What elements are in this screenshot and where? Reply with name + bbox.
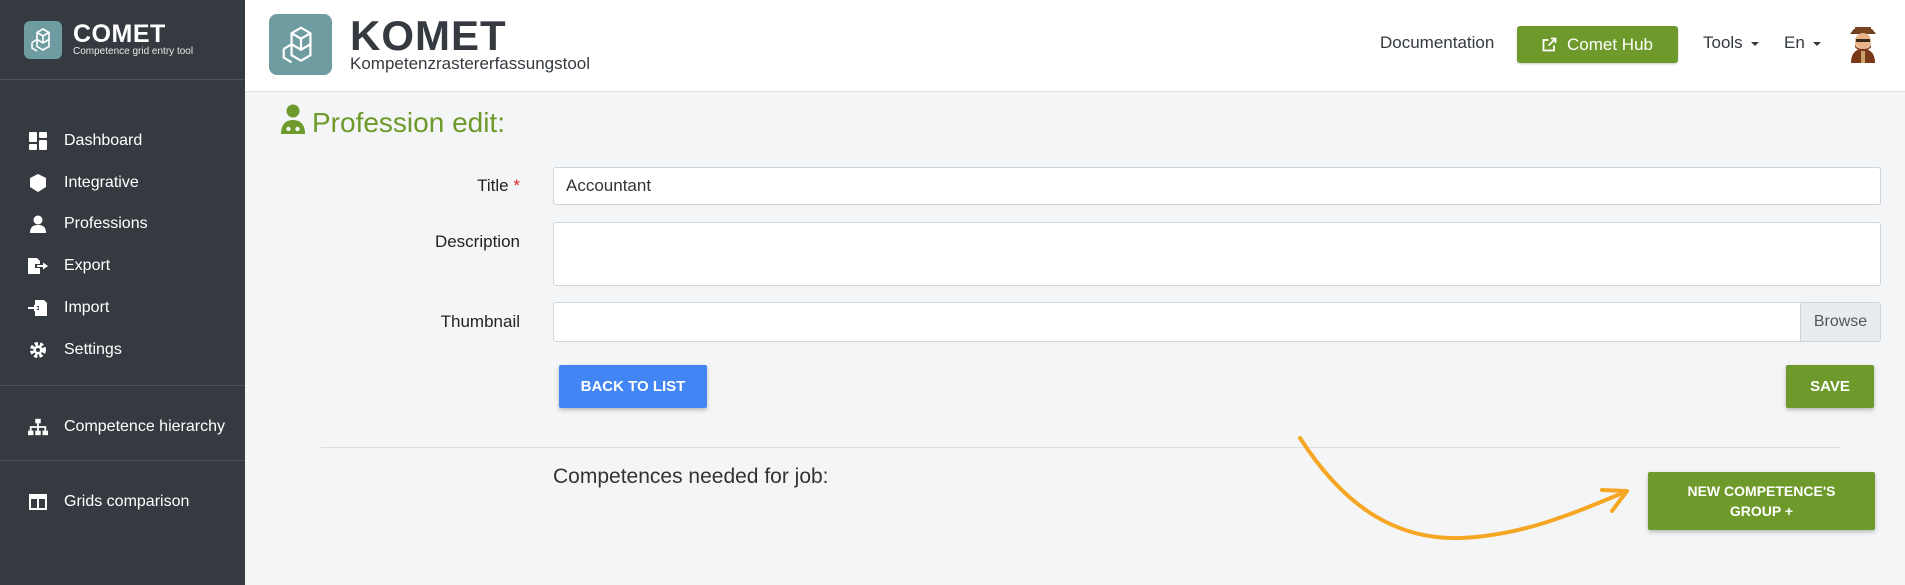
save-button[interactable]: SAVE	[1786, 365, 1874, 408]
sidebar-item-dashboard[interactable]: Dashboard	[0, 121, 245, 161]
description-textarea[interactable]	[553, 222, 1881, 286]
sidebar-item-integrative[interactable]: Integrative	[0, 163, 245, 203]
sidebar-item-competence-hierarchy[interactable]: Competence hierarchy	[0, 407, 245, 447]
brand-name: COMET	[73, 20, 166, 48]
sidebar-item-label: Settings	[64, 341, 122, 358]
sidebar: COMET Competence grid entry tool Dashboa…	[0, 0, 245, 585]
sidebar-divider	[0, 385, 245, 386]
file-export-icon	[28, 256, 48, 276]
thumbnail-label: Thumbnail	[440, 312, 520, 331]
app-title: KOMET	[350, 12, 507, 59]
sidebar-brand[interactable]: COMET Competence grid entry tool	[0, 0, 245, 80]
app-subtitle: Kompetenzrastererfassungstool	[350, 54, 591, 73]
sidebar-item-label: Competence hierarchy	[64, 418, 225, 435]
sidebar-item-settings[interactable]: Settings	[0, 330, 245, 370]
sidebar-item-label: Professions	[64, 215, 148, 232]
avatar[interactable]	[1846, 25, 1880, 63]
sidebar-item-export[interactable]: Export	[0, 246, 245, 286]
back-to-list-button[interactable]: BACK TO LIST	[559, 365, 707, 408]
competences-title: Competences needed for job:	[553, 465, 829, 488]
page-title: Profession edit:	[280, 104, 505, 141]
komet-logo-icon[interactable]	[269, 14, 332, 75]
caret-down-icon	[1812, 41, 1821, 46]
comet-hub-button[interactable]: Comet Hub	[1517, 26, 1678, 63]
dashboard-icon	[28, 131, 48, 151]
title-input[interactable]	[553, 167, 1881, 205]
new-competence-group-button[interactable]: NEW COMPETENCE'S GROUP +	[1648, 472, 1875, 530]
sidebar-item-professions[interactable]: Professions	[0, 204, 245, 244]
sidebar-item-label: Import	[64, 299, 110, 316]
documentation-link[interactable]: Documentation	[1380, 33, 1494, 53]
caret-down-icon	[1750, 41, 1759, 46]
brand-subtitle: Competence grid entry tool	[73, 46, 194, 57]
external-link-icon	[1542, 37, 1557, 52]
sidebar-divider	[0, 460, 245, 461]
language-dropdown[interactable]: En	[1784, 33, 1821, 53]
page-title-text: Profession edit:	[312, 106, 505, 138]
gear-icon	[28, 340, 48, 360]
comet-hub-label: Comet Hub	[1567, 34, 1653, 54]
sidebar-item-label: Integrative	[64, 174, 139, 191]
thumbnail-file-input[interactable]: Browse	[553, 302, 1881, 342]
title-label: Title *	[477, 176, 520, 195]
tools-label: Tools	[1703, 33, 1743, 52]
comet-logo-icon	[24, 20, 62, 59]
sidebar-item-label: Dashboard	[64, 132, 143, 149]
sidebar-item-label: Grids comparison	[64, 493, 190, 510]
top-header: KOMET Kompetenzrastererfassungstool Docu…	[245, 0, 1905, 92]
tools-dropdown[interactable]: Tools	[1703, 33, 1759, 53]
annotation-arrow-icon	[1298, 436, 1629, 541]
language-label: En	[1784, 33, 1805, 52]
user-doctor-icon	[280, 104, 306, 141]
sitemap-icon	[28, 417, 48, 437]
sidebar-item-label: Export	[64, 257, 111, 274]
description-label: Description	[434, 232, 520, 251]
columns-icon	[28, 492, 48, 512]
sidebar-item-grids-comparison[interactable]: Grids comparison	[0, 482, 245, 522]
user-doctor-icon	[28, 214, 48, 234]
required-mark: *	[513, 176, 520, 195]
browse-button[interactable]: Browse	[1800, 303, 1880, 341]
sidebar-item-import[interactable]: Import	[0, 288, 245, 328]
file-import-icon	[28, 298, 48, 318]
cube-icon	[28, 173, 48, 193]
